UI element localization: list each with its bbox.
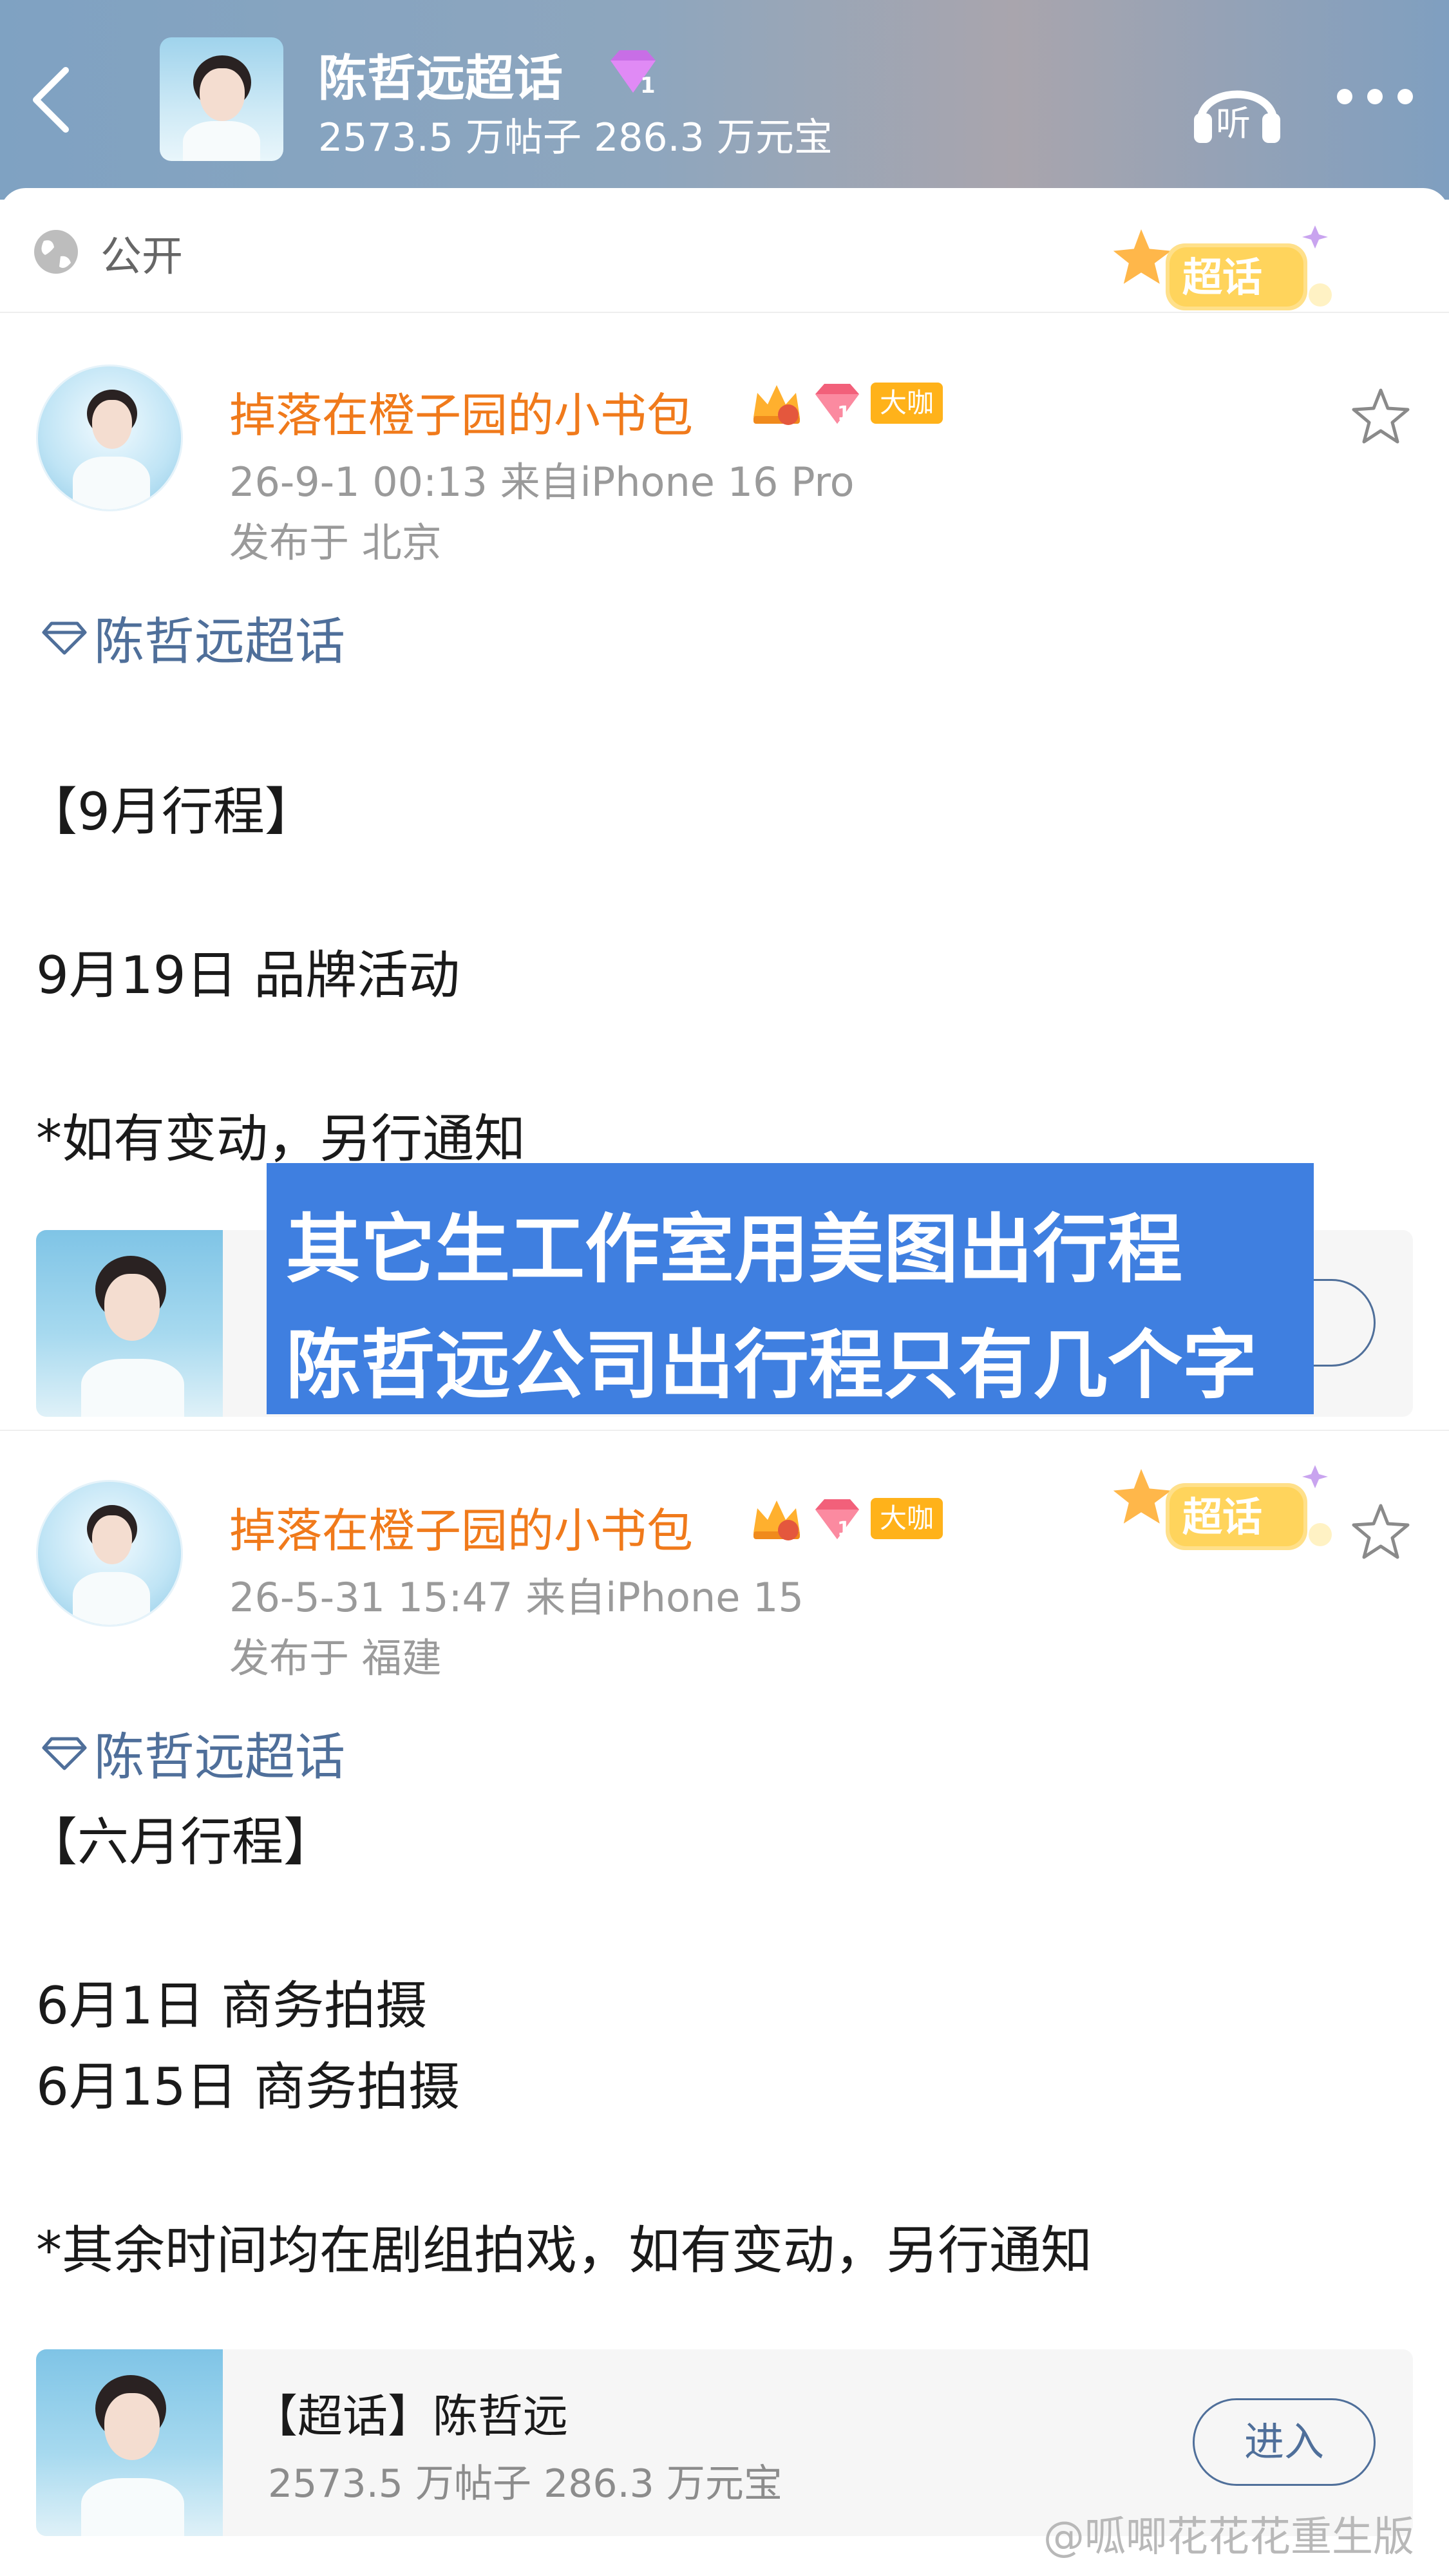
post-card[interactable]: 掉落在橙子园的小书包 14 大咖 26-5-31 15:47 来自iPhone … — [0, 1430, 1449, 2576]
post-text-line: *其余时间均在剧组拍戏，如有变动，另行通知 — [36, 2221, 1092, 2280]
user-badges: 14 大咖 — [750, 379, 943, 428]
user-avatar[interactable] — [36, 1480, 183, 1627]
topic-link-label: 陈哲远超话 — [94, 1728, 346, 1786]
post-location: 发布于 北京 — [229, 519, 442, 566]
more-button[interactable] — [1333, 84, 1417, 109]
diamond-level-icon: 14 — [815, 1499, 864, 1540]
post-time-source: 26-9-1 00:13 来自iPhone 16 Pro — [229, 459, 855, 506]
level-tag: 大咖 — [871, 383, 943, 424]
topic-card-title: 【超话】陈哲远 — [252, 2390, 568, 2443]
topic-link[interactable]: 陈哲远超话 — [39, 1717, 345, 1789]
diamond-level-icon: 14 — [815, 384, 864, 425]
caption-line-2: 陈哲远公司出行程只有几个字 — [286, 1322, 1257, 1409]
crown-icon — [753, 1501, 800, 1540]
username[interactable]: 掉落在橙子园的小书包 — [229, 1493, 693, 1560]
post-time-source: 26-5-31 15:47 来自iPhone 15 — [229, 1574, 804, 1621]
listen-label: 听 — [1216, 103, 1251, 144]
post-text-line: 6月1日 商务拍摄 — [36, 1976, 428, 2036]
post-text-line: 【9月行程】 — [26, 782, 316, 842]
diamond-outline-icon — [42, 621, 87, 655]
more-dots-icon — [1337, 89, 1413, 104]
diamond-outline-icon — [42, 1737, 87, 1770]
super-topic-badge-label: 超话 — [1182, 254, 1262, 301]
post-location: 发布于 福建 — [229, 1634, 442, 1681]
watermark: @呱唧花花花重生版 — [1043, 2514, 1414, 2561]
topic-link[interactable]: 陈哲远超话 — [39, 601, 345, 674]
post-text-line: *如有变动，另行通知 — [36, 1109, 526, 1169]
star-icon[interactable] — [1350, 1501, 1412, 1562]
svg-text:14: 14 — [837, 1518, 864, 1540]
globe-icon — [34, 230, 78, 274]
caption-overlay: 其它生工作室用美图出行程 陈哲远公司出行程只有几个字 — [267, 1163, 1314, 1414]
topic-title: 陈哲远超话 — [318, 50, 563, 107]
diamond-icon: 1 — [611, 50, 656, 98]
topic-header: 陈哲远超话 1 2573.5 万帖子 286.3 万元宝 听 — [0, 0, 1449, 200]
user-badges: 14 大咖 — [750, 1494, 943, 1543]
topic-link-label: 陈哲远超话 — [94, 613, 346, 671]
topic-card-stats: 2573.5 万帖子 286.3 万元宝 — [268, 2461, 782, 2506]
post-text-line: 【六月行程】 — [26, 1812, 335, 1872]
user-avatar[interactable] — [36, 365, 183, 511]
caption-line-1: 其它生工作室用美图出行程 — [286, 1206, 1182, 1293]
post-text-line: 6月15日 商务拍摄 — [36, 2057, 460, 2117]
level-tag: 大咖 — [871, 1498, 943, 1539]
crown-icon — [753, 385, 800, 425]
username[interactable]: 掉落在橙子园的小书包 — [229, 377, 693, 445]
topic-card-thumbnail — [36, 1230, 223, 1417]
svg-text:14: 14 — [837, 402, 864, 425]
back-button[interactable] — [26, 61, 77, 138]
topic-avatar[interactable] — [160, 37, 283, 161]
headphones-icon: 听 — [1194, 90, 1280, 144]
topic-card-thumbnail — [36, 2349, 223, 2536]
enter-button[interactable]: 进入 — [1193, 2398, 1376, 2486]
visibility-label: 公开 — [100, 233, 183, 281]
post-text-line: 9月19日 品牌活动 — [36, 945, 460, 1005]
topic-stats: 2573.5 万帖子 286.3 万元宝 — [318, 115, 833, 160]
listen-button[interactable]: 听 — [1189, 63, 1285, 147]
super-topic-badge: 超话 — [1108, 219, 1340, 328]
chevron-left-icon — [33, 67, 69, 133]
star-icon[interactable] — [1350, 385, 1412, 447]
svg-text:1: 1 — [640, 73, 656, 98]
